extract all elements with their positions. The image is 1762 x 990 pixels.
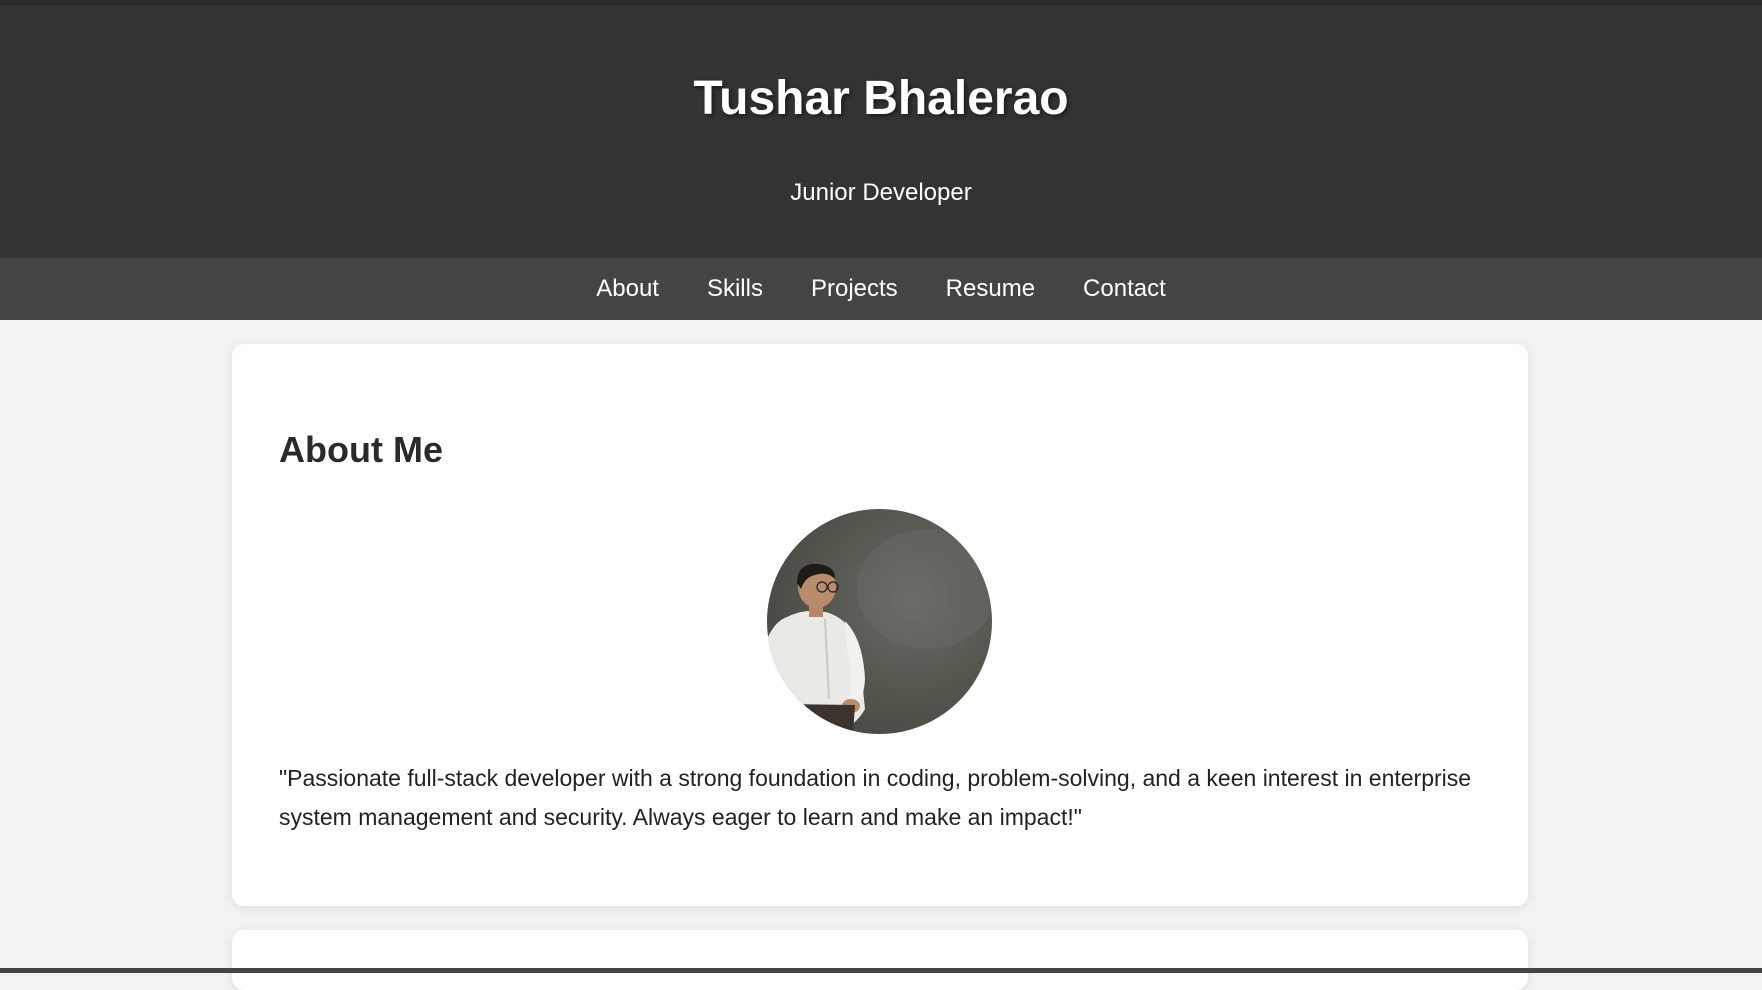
site-subtitle: Junior Developer bbox=[790, 179, 972, 206]
site-title: Tushar Bhalerao bbox=[693, 72, 1069, 125]
nav-link-contact[interactable]: Contact bbox=[1083, 274, 1166, 304]
about-section: About Me "Passionate full-stack develope… bbox=[232, 344, 1528, 906]
site-header: Tushar Bhalerao Junior Developer bbox=[0, 5, 1762, 258]
profile-photo bbox=[767, 509, 992, 734]
profile-photo-illustration bbox=[767, 529, 992, 734]
about-heading: About Me bbox=[279, 429, 443, 470]
next-section-card bbox=[232, 930, 1528, 990]
nav-link-projects[interactable]: Projects bbox=[811, 274, 898, 304]
nav-link-resume[interactable]: Resume bbox=[946, 274, 1035, 304]
about-text: "Passionate full-stack developer with a … bbox=[279, 765, 1472, 830]
nav-link-about[interactable]: About bbox=[596, 274, 659, 304]
main-nav: About Skills Projects Resume Contact bbox=[0, 258, 1762, 320]
window-bottom-strip bbox=[0, 968, 1762, 973]
nav-link-skills[interactable]: Skills bbox=[707, 274, 763, 304]
